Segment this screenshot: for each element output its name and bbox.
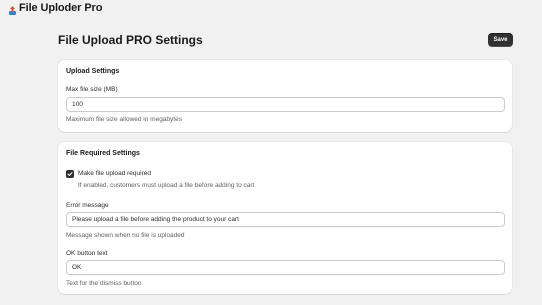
upload-settings-title: Upload Settings [66, 68, 120, 75]
required-checkbox-label[interactable]: Make file upload required [78, 170, 151, 177]
required-settings-card: File Required Settings Make file upload … [58, 142, 512, 294]
ok-button-label: OK button text [66, 250, 108, 257]
error-message-input[interactable] [66, 212, 505, 227]
save-button[interactable]: Save [488, 33, 513, 47]
max-size-help: Maximum file size allowed in megabytes [66, 116, 182, 123]
upload-settings-card: Upload Settings Max file size (MB) Maxim… [58, 60, 512, 132]
upload-logo-icon [8, 3, 17, 15]
max-size-input[interactable] [66, 97, 505, 112]
error-message-help: Message shown when no file is uploaded [66, 232, 185, 239]
error-message-label: Error message [66, 202, 109, 209]
required-checkbox[interactable] [66, 170, 74, 178]
app-header: File Uploder Pro [0, 0, 542, 16]
page-title: File Upload PRO Settings [58, 33, 203, 47]
checkmark-icon [67, 172, 73, 176]
app-title: File Uploder Pro [19, 2, 103, 14]
max-size-label: Max file size (MB) [66, 86, 118, 93]
required-settings-title: File Required Settings [66, 150, 140, 157]
ok-button-input[interactable] [66, 260, 505, 275]
ok-button-help: Text for the dismiss button [66, 280, 142, 287]
required-checkbox-help: If enabled, customers must upload a file… [78, 182, 255, 189]
